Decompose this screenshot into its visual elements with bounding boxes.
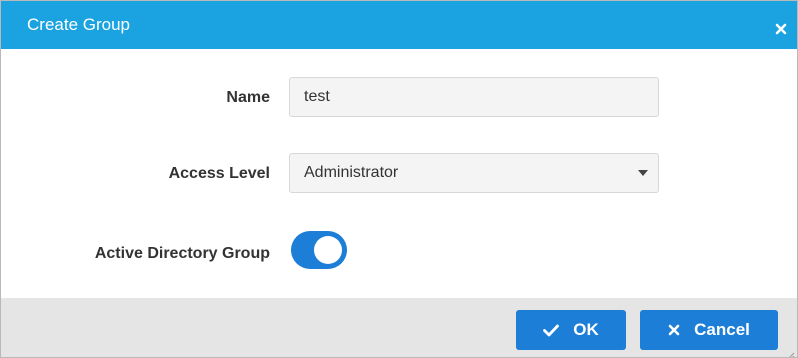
active-directory-group-toggle[interactable] (291, 231, 347, 269)
close-icon[interactable] (775, 23, 787, 35)
dialog-footer: OK Cancel (1, 298, 797, 357)
dialog-body: Name test Access Level Administrator Act… (1, 49, 797, 298)
dialog-header: Create Group (1, 1, 797, 49)
ok-label: OK (573, 320, 599, 339)
ok-button[interactable]: OK (516, 310, 626, 350)
name-input[interactable]: test (289, 77, 659, 117)
cancel-button[interactable]: Cancel (640, 310, 778, 350)
create-group-dialog: Create Group Name test Access Level Admi… (0, 0, 798, 358)
name-label: Name (226, 89, 270, 106)
dialog-title: Create Group (27, 15, 130, 34)
close-icon (668, 324, 680, 336)
access-level-select[interactable]: Administrator (289, 153, 659, 193)
toggle-knob (314, 236, 342, 264)
access-level-value: Administrator (304, 164, 399, 181)
resize-handle-icon[interactable] (787, 347, 795, 357)
active-directory-group-label: Active Directory Group (94, 245, 270, 262)
check-icon (543, 324, 560, 337)
cancel-label: Cancel (694, 320, 750, 339)
access-level-label: Access Level (168, 165, 270, 182)
chevron-down-icon (638, 170, 648, 176)
